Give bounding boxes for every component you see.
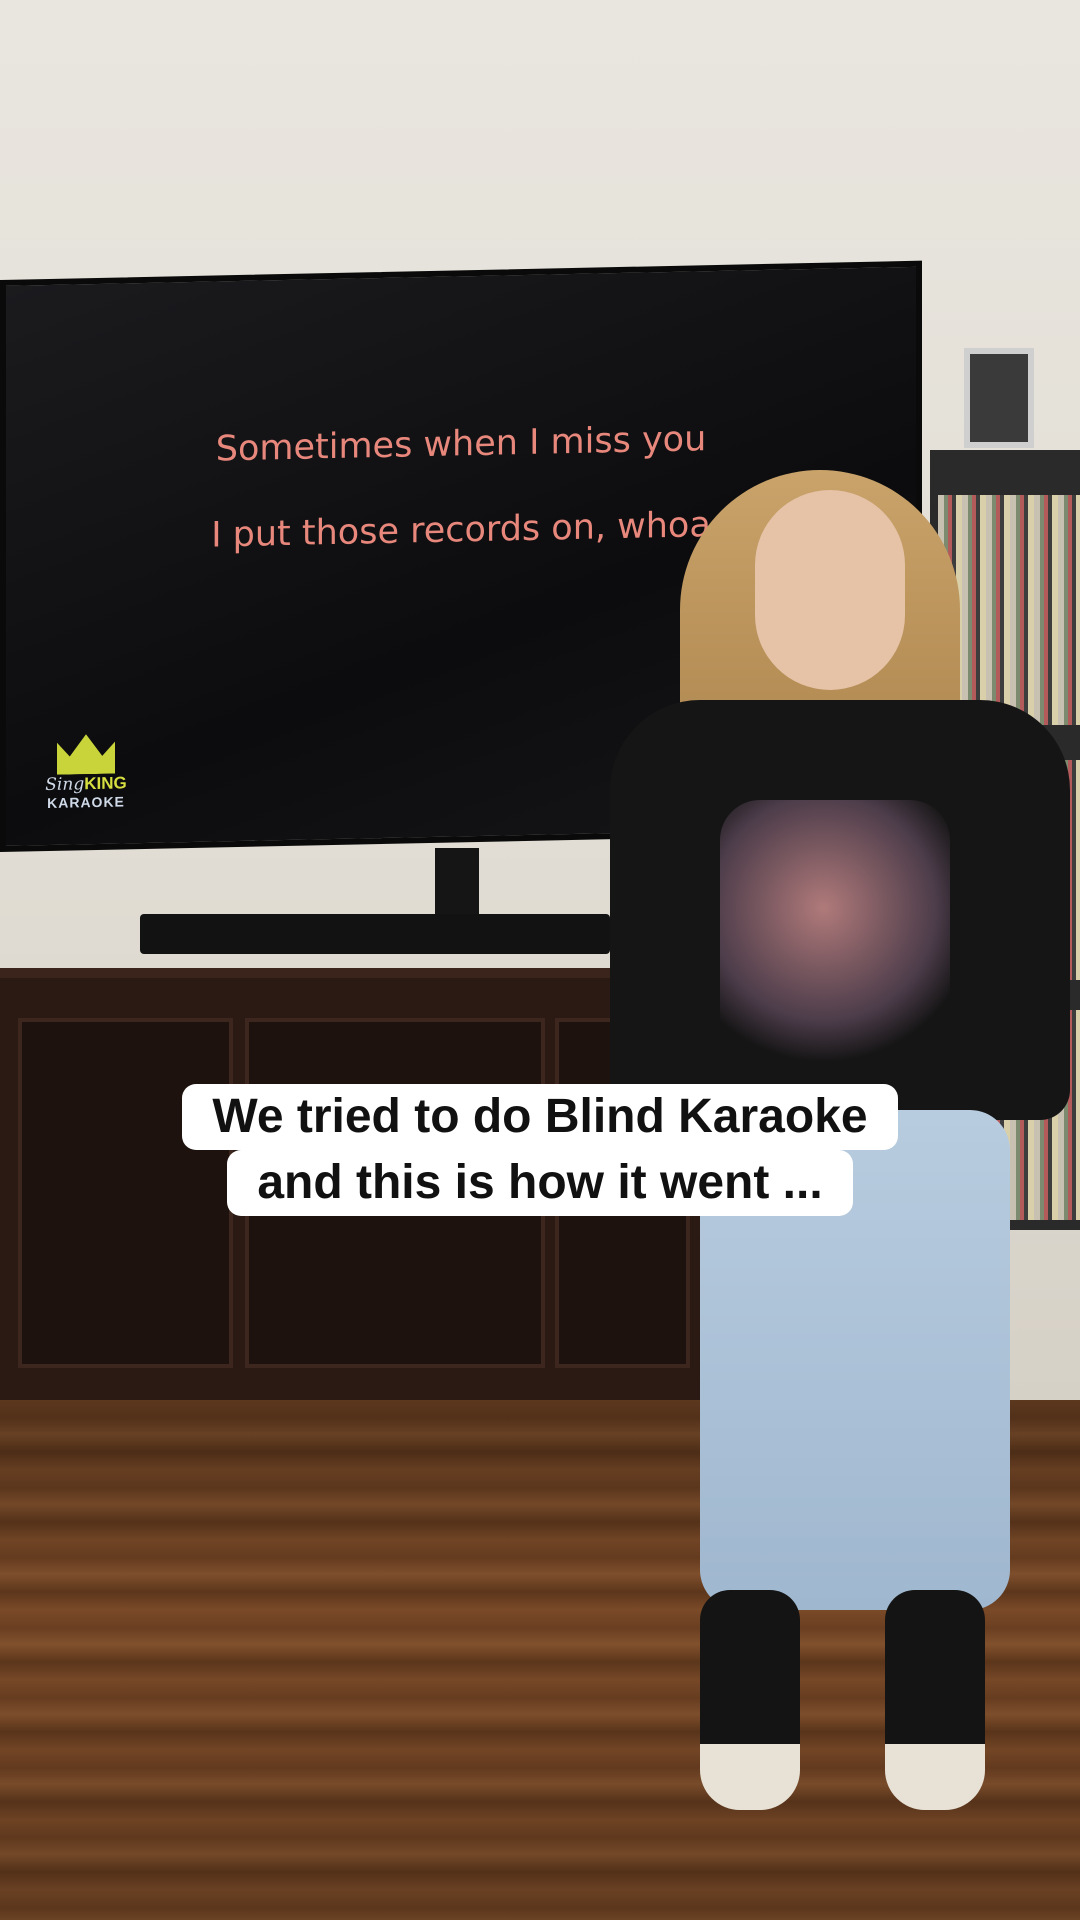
sneaker-left [700, 1590, 800, 1810]
crown-icon [57, 734, 115, 775]
lyric-line: Sometimes when I miss you [215, 419, 707, 470]
singking-karaoke-logo: SingKING KARAOKE [36, 733, 136, 811]
sneaker-right [885, 1590, 985, 1810]
dog-print [720, 800, 950, 1070]
video-caption: We tried to do Blind Karaoke and this is… [0, 1084, 1080, 1216]
soundbar [140, 914, 610, 954]
photo-frame [964, 348, 1034, 448]
person-face [755, 490, 905, 690]
caption-line: We tried to do Blind Karaoke [182, 1084, 898, 1150]
tv-stand [435, 848, 479, 918]
caption-line: and this is how it went ... [227, 1150, 853, 1216]
